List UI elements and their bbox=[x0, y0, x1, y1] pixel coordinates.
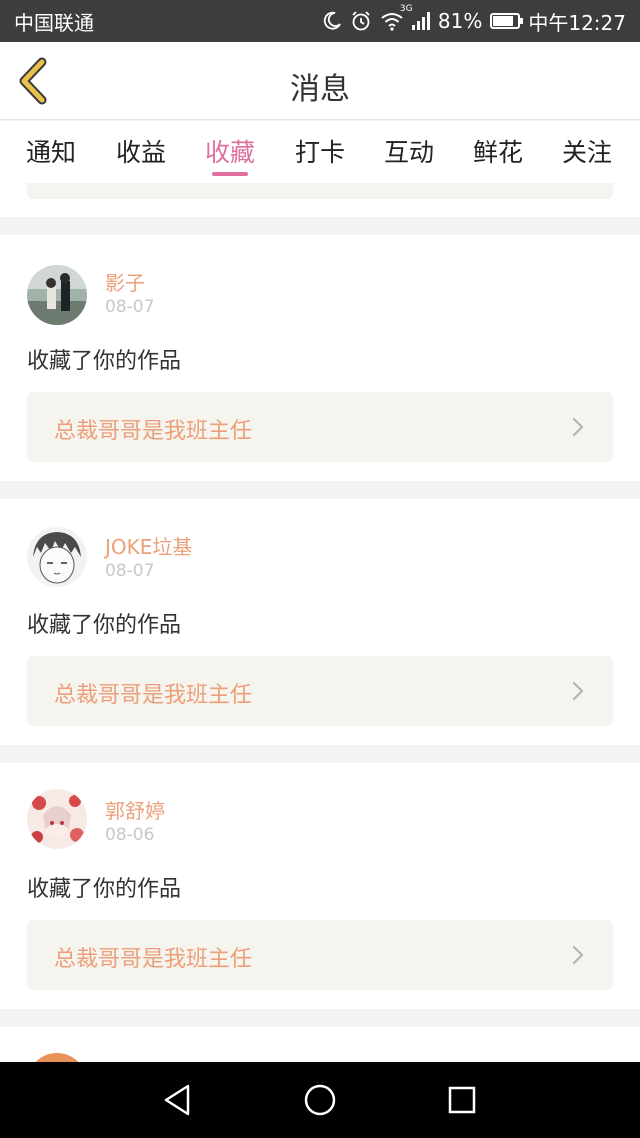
battery-fill bbox=[493, 16, 513, 26]
circle-home-icon bbox=[304, 1084, 336, 1116]
signal-icon: 3G bbox=[400, 4, 430, 30]
status-bar: 中国联通 3G 81% 中午12:27 bbox=[0, 0, 640, 42]
list-item: 影子 08-07 收藏了你的作品 总裁哥哥是我班主任 bbox=[0, 235, 640, 481]
moon-icon bbox=[322, 11, 342, 31]
header: 消息 bbox=[0, 42, 640, 120]
work-link[interactable]: 总裁哥哥是我班主任 bbox=[27, 920, 613, 990]
work-link-partial[interactable] bbox=[27, 183, 613, 199]
tab-notifications[interactable]: 通知 bbox=[26, 133, 76, 169]
network-type-label: 3G bbox=[399, 4, 413, 14]
work-link[interactable]: 总裁哥哥是我班主任 bbox=[27, 656, 613, 726]
item-date: 08-07 bbox=[105, 561, 155, 581]
work-title: 总裁哥哥是我班主任 bbox=[54, 419, 253, 444]
list-item: JOKE垃基 08-07 收藏了你的作品 总裁哥哥是我班主任 bbox=[0, 499, 640, 745]
work-link[interactable]: 总裁哥哥是我班主任 bbox=[27, 392, 613, 462]
avatar[interactable] bbox=[27, 527, 87, 587]
nav-home-button[interactable] bbox=[300, 1080, 340, 1120]
nav-recents-button[interactable] bbox=[442, 1080, 482, 1120]
clock: 中午12:27 bbox=[528, 10, 626, 35]
status-icons: 3G 81% 中午12:27 bbox=[322, 4, 626, 36]
item-date: 08-07 bbox=[105, 297, 155, 317]
tab-interaction[interactable]: 互动 bbox=[384, 133, 434, 169]
avatar[interactable] bbox=[27, 789, 87, 849]
active-tab-indicator bbox=[212, 172, 248, 176]
work-title: 总裁哥哥是我班主任 bbox=[54, 947, 253, 972]
tab-flowers[interactable]: 鲜花 bbox=[473, 133, 523, 169]
tab-follow[interactable]: 关注 bbox=[562, 133, 612, 169]
alarm-icon bbox=[350, 10, 372, 32]
chevron-right-icon bbox=[572, 945, 584, 965]
chevron-right-icon bbox=[572, 417, 584, 437]
tab-bar: 通知 收益 收藏 打卡 互动 鲜花 关注 bbox=[0, 121, 640, 183]
list-item-partial bbox=[0, 183, 640, 217]
square-recents-icon bbox=[448, 1086, 476, 1114]
tab-earnings[interactable]: 收益 bbox=[116, 133, 166, 169]
carrier-label: 中国联通 bbox=[14, 10, 94, 35]
nav-back-button[interactable] bbox=[158, 1080, 198, 1120]
battery-icon bbox=[490, 13, 524, 29]
user-name[interactable]: JOKE垃基 bbox=[105, 531, 192, 560]
action-text: 收藏了你的作品 bbox=[27, 877, 182, 902]
list-item: 郭舒婷 08-06 收藏了你的作品 总裁哥哥是我班主任 bbox=[0, 763, 640, 1009]
action-text: 收藏了你的作品 bbox=[27, 613, 182, 638]
avatar[interactable] bbox=[27, 1053, 87, 1062]
tab-checkin[interactable]: 打卡 bbox=[295, 133, 345, 169]
avatar[interactable] bbox=[27, 265, 87, 325]
page-title: 消息 bbox=[290, 72, 350, 107]
chevron-right-icon bbox=[572, 681, 584, 701]
battery-percent: 81% bbox=[437, 9, 483, 33]
triangle-back-icon bbox=[164, 1084, 190, 1116]
action-text: 收藏了你的作品 bbox=[27, 349, 182, 374]
user-name[interactable]: 郭舒婷 bbox=[105, 795, 165, 824]
user-name[interactable]: 影子 bbox=[105, 267, 145, 296]
list-item bbox=[0, 1027, 640, 1062]
message-list[interactable]: 影子 08-07 收藏了你的作品 总裁哥哥是我班主任 JOKE垃基 08-07 … bbox=[0, 183, 640, 1062]
item-date: 08-06 bbox=[105, 825, 155, 845]
tab-favorites[interactable]: 收藏 bbox=[205, 133, 255, 169]
wifi-icon bbox=[380, 11, 404, 31]
system-nav-bar bbox=[0, 1062, 640, 1138]
work-title: 总裁哥哥是我班主任 bbox=[54, 683, 253, 708]
